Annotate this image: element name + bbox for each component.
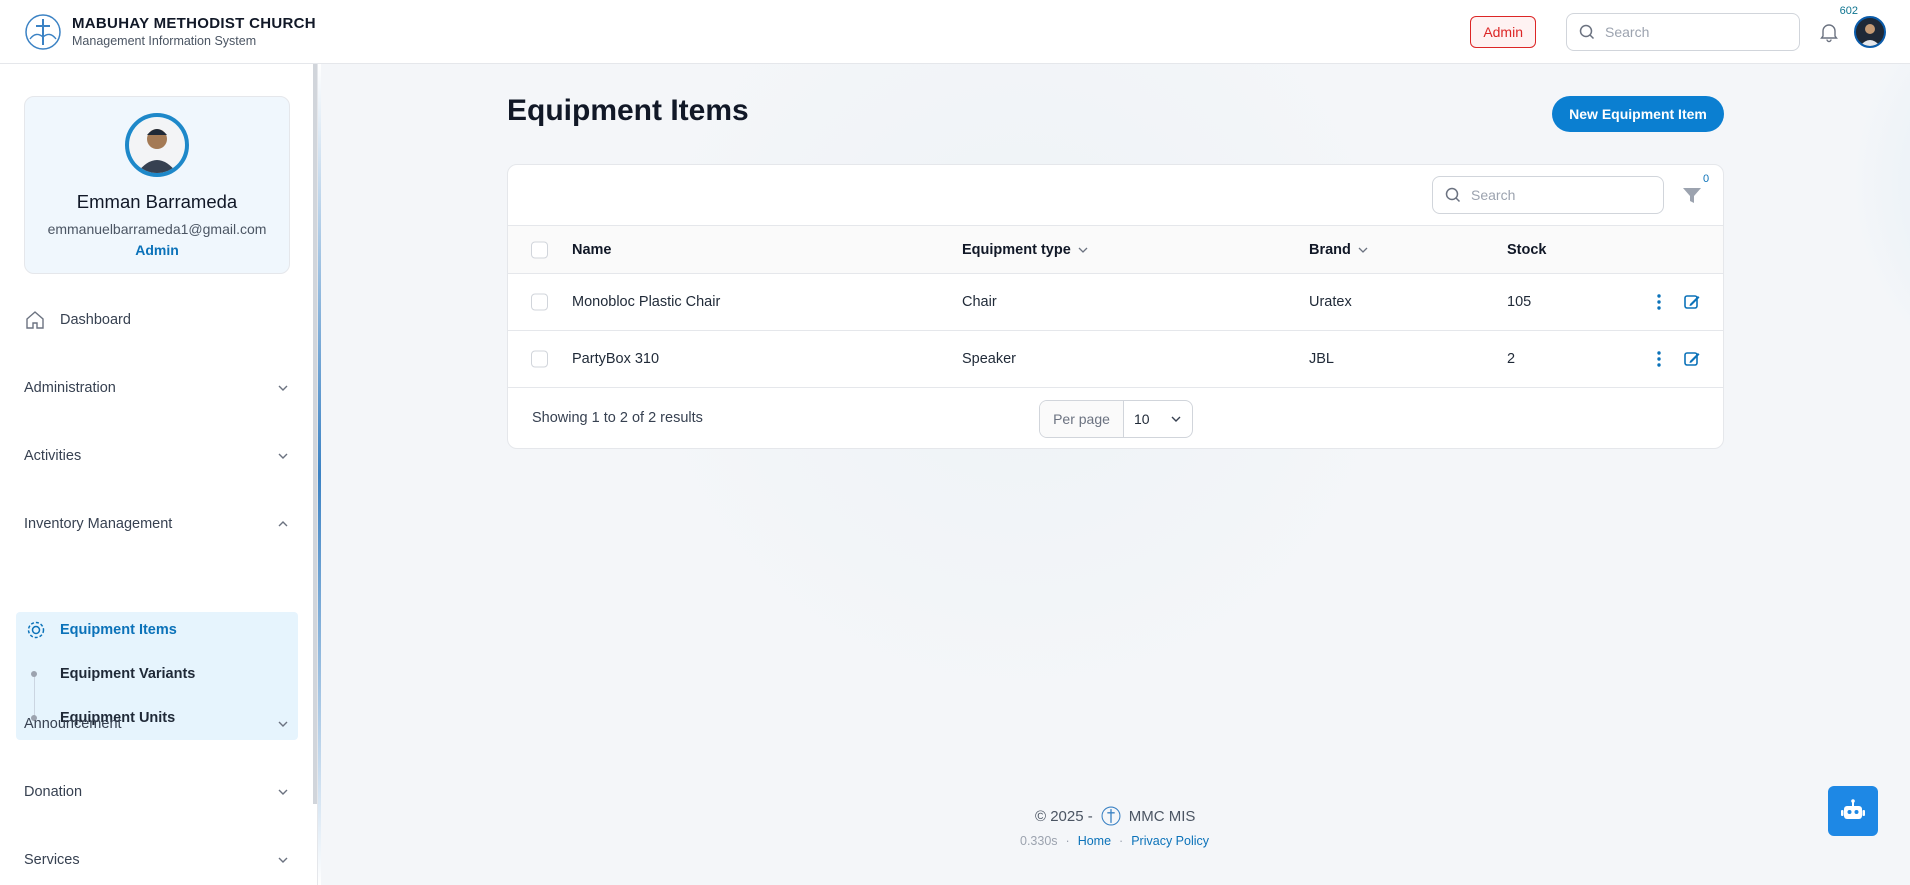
new-equipment-item-button[interactable]: New Equipment Item xyxy=(1552,96,1724,132)
cell-name: PartyBox 310 xyxy=(572,351,660,367)
robot-icon xyxy=(1841,799,1865,819)
sidebar-item-activities[interactable]: Activities xyxy=(24,438,290,474)
church-logo-icon xyxy=(24,13,62,51)
sidebar-item-label: Activities xyxy=(24,448,82,464)
chevron-down-icon xyxy=(1078,247,1088,253)
table-search-input[interactable]: Search xyxy=(1432,176,1664,214)
chevron-down-icon xyxy=(278,857,288,863)
per-page-value[interactable]: 10 xyxy=(1124,401,1192,437)
more-actions-icon[interactable] xyxy=(1656,350,1662,368)
sidebar-subitem-equipment-variants[interactable]: Equipment Variants xyxy=(60,666,195,682)
per-page-label: Per page xyxy=(1040,401,1124,437)
row-checkbox[interactable] xyxy=(531,293,548,311)
column-header-equipment-type[interactable]: Equipment type xyxy=(962,242,1089,258)
brand-subtitle: Management Information System xyxy=(72,34,257,48)
separator: · xyxy=(1119,834,1124,848)
profile-avatar[interactable] xyxy=(125,113,189,177)
submenu-bullet xyxy=(31,671,37,677)
cell-equipment-type: Speaker xyxy=(962,351,1017,367)
results-summary: Showing 1 to 2 of 2 results xyxy=(532,410,703,426)
select-all-checkbox[interactable] xyxy=(531,241,548,258)
table-row[interactable]: Monobloc Plastic Chair Chair Uratex 105 xyxy=(508,274,1723,331)
cell-brand: JBL xyxy=(1309,351,1334,367)
page-title: Equipment Items xyxy=(507,94,749,127)
edit-icon[interactable] xyxy=(1683,350,1701,368)
column-header-name[interactable]: Name xyxy=(572,242,612,258)
chatbot-button[interactable] xyxy=(1828,786,1878,836)
table-row[interactable]: PartyBox 310 Speaker JBL 2 xyxy=(508,331,1723,388)
global-search-input[interactable]: Search xyxy=(1566,12,1800,51)
sidebar-subitem-equipment-items[interactable]: Equipment Items xyxy=(60,622,177,638)
sidebar-item-donation[interactable]: Donation xyxy=(24,774,290,810)
sidebar-item-services[interactable]: Services xyxy=(24,842,290,878)
church-logo-icon xyxy=(1101,806,1121,826)
sidebar: Emman Barrameda emmanuelbarrameda1@gmail… xyxy=(0,64,318,885)
search-placeholder: Search xyxy=(1471,187,1516,203)
notification-count: 602 xyxy=(1839,4,1858,17)
table-footer: Showing 1 to 2 of 2 results Per page 10 xyxy=(508,388,1723,448)
table-header: Name Equipment type Brand Stock xyxy=(508,225,1723,274)
profile-role: Admin xyxy=(135,242,179,258)
cell-stock: 105 xyxy=(1507,294,1532,310)
chevron-down-icon xyxy=(278,789,288,795)
filter-icon[interactable] xyxy=(1678,181,1706,209)
sidebar-item-label: Dashboard xyxy=(60,312,131,328)
cell-brand: Uratex xyxy=(1309,294,1352,310)
sidebar-item-announcement[interactable]: Announcement xyxy=(24,706,290,742)
search-icon xyxy=(1579,24,1595,39)
search-icon xyxy=(1445,187,1461,203)
separator: · xyxy=(1065,834,1070,848)
footer-links: 0.330s · Home · Privacy Policy xyxy=(1020,834,1209,848)
privacy-policy-link[interactable]: Privacy Policy xyxy=(1131,834,1209,848)
chevron-down-icon xyxy=(278,385,288,391)
footer-app-name: MMC MIS xyxy=(1128,807,1196,825)
profile-photo-icon xyxy=(129,117,185,173)
sidebar-item-inventory-management[interactable]: Inventory Management xyxy=(24,506,290,542)
footer-copyright: © 2025 - MMC MIS xyxy=(1035,806,1196,826)
chevron-down-icon xyxy=(278,721,288,727)
column-header-brand[interactable]: Brand xyxy=(1309,242,1369,258)
sidebar-item-dashboard[interactable]: Dashboard xyxy=(24,302,290,338)
user-avatar[interactable] xyxy=(1854,15,1886,48)
cell-stock: 2 xyxy=(1507,351,1516,367)
gear-icon xyxy=(27,621,45,639)
equipment-table-card: Search 0 Name Equipment type Brand Stock… xyxy=(507,164,1724,449)
top-bar: MABUHAY METHODIST CHURCH Management Info… xyxy=(0,0,1910,64)
chevron-down-icon xyxy=(1171,416,1181,422)
filter-count: 0 xyxy=(1703,173,1710,185)
home-icon xyxy=(26,311,44,329)
profile-email: emmanuelbarrameda1@gmail.com xyxy=(47,221,267,237)
sidebar-item-label: Services xyxy=(24,852,80,868)
home-link[interactable]: Home xyxy=(1078,834,1111,848)
cell-equipment-type: Chair xyxy=(962,294,997,310)
brand[interactable]: MABUHAY METHODIST CHURCH Management Info… xyxy=(24,13,316,51)
column-header-stock[interactable]: Stock xyxy=(1507,242,1547,258)
more-actions-icon[interactable] xyxy=(1656,293,1662,311)
chevron-down-icon xyxy=(278,453,288,459)
search-placeholder: Search xyxy=(1605,23,1650,40)
admin-badge[interactable]: Admin xyxy=(1470,15,1536,48)
avatar-person-icon xyxy=(1856,17,1884,46)
sidebar-item-label: Administration xyxy=(24,380,116,396)
edit-icon[interactable] xyxy=(1683,293,1701,311)
profile-name: Emman Barrameda xyxy=(76,191,238,212)
row-checkbox[interactable] xyxy=(531,350,548,368)
sidebar-item-label: Inventory Management xyxy=(24,516,173,532)
cell-name: Monobloc Plastic Chair xyxy=(572,294,721,310)
notifications-button[interactable]: 602 xyxy=(1816,5,1858,45)
sidebar-item-label: Donation xyxy=(24,784,83,800)
chevron-up-icon xyxy=(278,521,288,527)
render-time: 0.330s xyxy=(1020,834,1058,848)
sidebar-item-administration[interactable]: Administration xyxy=(24,370,290,406)
bell-icon xyxy=(1820,23,1838,42)
per-page-select[interactable]: Per page 10 xyxy=(1039,400,1193,438)
sidebar-item-label: Announcement xyxy=(24,716,122,732)
brand-title: MABUHAY METHODIST CHURCH xyxy=(72,15,316,32)
chevron-down-icon xyxy=(1358,247,1368,253)
profile-card: Emman Barrameda emmanuelbarrameda1@gmail… xyxy=(24,96,290,274)
